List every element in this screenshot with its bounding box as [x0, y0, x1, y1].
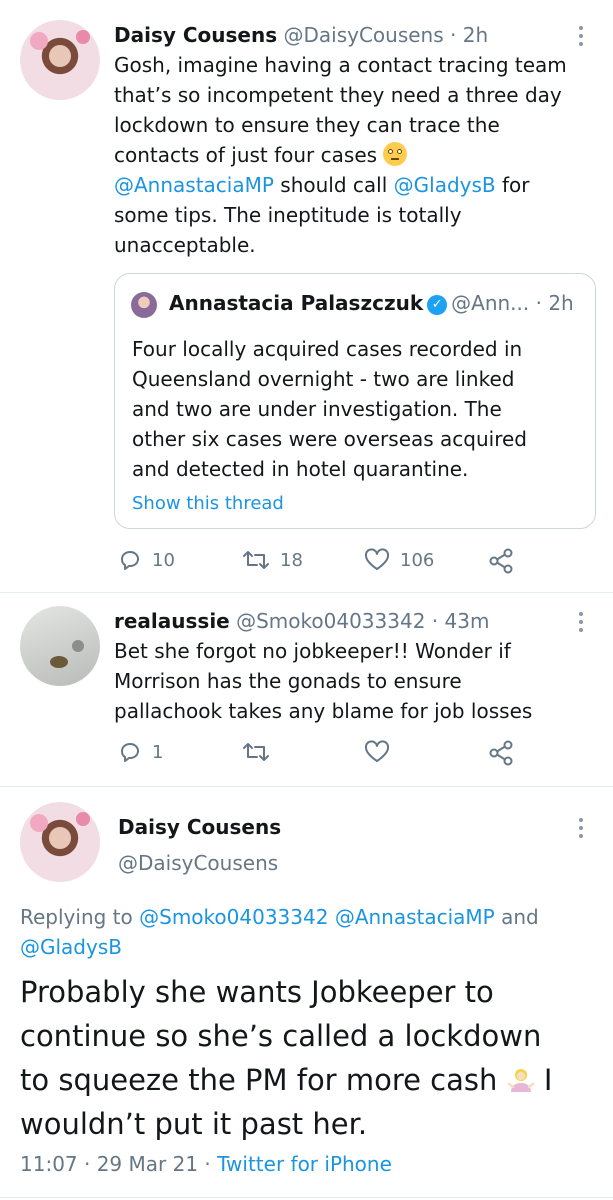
quoted-line: Four locally acquired cases recorded in: [132, 337, 523, 361]
tweet1-line: that’s so incompetent they need a three …: [114, 83, 562, 107]
share-icon: [489, 548, 513, 574]
tweet1-line: lockdown to ensure they can trace the: [114, 113, 500, 137]
tweet2-handle[interactable]: @Smoko04033342 · 43m: [236, 609, 489, 633]
reply-count: 1: [152, 741, 164, 763]
quoted-author-name: Annastacia Palaszczuk: [169, 291, 424, 315]
tweet1-mid-text: for: [495, 173, 530, 197]
avatar-daisy-2[interactable]: [20, 802, 100, 882]
eye-roll-emoji-icon: [383, 142, 408, 166]
tweet1-time[interactable]: · 2h: [450, 23, 488, 47]
tweet3-line: wouldn’t put it past her.: [20, 1107, 368, 1141]
show-this-thread-link[interactable]: Show this thread: [132, 492, 284, 516]
tweet1-header: Daisy Cousens @DaisyCousens · 2h: [114, 20, 488, 50]
avatar-annastacia: [131, 292, 157, 318]
quoted-line: and detected in hotel quarantine.: [132, 457, 469, 481]
quoted-handle: @Ann...: [451, 291, 530, 315]
more-icon[interactable]: [576, 818, 586, 838]
quoted-tweet-text: Four locally acquired cases recorded in …: [132, 334, 592, 484]
tweet3-source-link[interactable]: Twitter for iPhone: [217, 1152, 392, 1176]
avatar-blossom-icon: [76, 812, 90, 826]
tweet3-meta: 11:07 · 29 Mar 21 · Twitter for iPhone: [20, 1150, 392, 1178]
avatar-blossom-icon: [30, 32, 48, 50]
tweet3-line: continue so she’s called a lockdown: [20, 1019, 542, 1053]
tweet1-author-name[interactable]: Daisy Cousens: [114, 23, 277, 47]
quoted-tweet-card[interactable]: Annastacia Palaszczuk ✓ @Ann... · 2h Four …: [114, 273, 596, 529]
tweet1-line: Gosh, imagine having a contact tracing t…: [114, 53, 567, 77]
tweet1-mid-text: should call: [273, 173, 394, 197]
tweet3-timestamp[interactable]: 11:07 · 29 Mar 21 ·: [20, 1152, 217, 1176]
retweet-button[interactable]: [242, 740, 270, 764]
tweet1-text: Gosh, imagine having a contact tracing t…: [114, 50, 604, 260]
avatar-realaussie[interactable]: [20, 606, 100, 686]
tweet2-line: pallachook takes any blame for job losse…: [114, 699, 533, 723]
reply-icon: [121, 743, 139, 762]
divider: [0, 1197, 613, 1198]
tweet2-line: Bet she forgot no jobkeeper!! Wonder if: [114, 639, 511, 663]
tweet3-line: Probably she wants Jobkeeper to: [20, 975, 494, 1009]
tweet1-line: unacceptable.: [114, 233, 256, 257]
avatar-blossom-icon: [76, 30, 90, 44]
like-icon: [364, 548, 390, 570]
replying-prefix: Replying to: [20, 905, 140, 929]
tweet1-line-with-emoji: contacts of just four cases: [114, 140, 604, 170]
reply-count: 10: [152, 549, 175, 571]
mention-annastaciamp[interactable]: @AnnastaciaMP: [335, 905, 495, 929]
avatar-object-icon: [50, 656, 68, 668]
retweet-icon: [243, 743, 269, 761]
tweet1-mention-line: @AnnastaciaMP should call @GladysB for: [114, 170, 604, 200]
avatar-blossom-icon: [30, 814, 48, 832]
reply-button[interactable]: 10: [118, 548, 175, 572]
like-button[interactable]: 106: [364, 548, 434, 572]
tweet2-author-name[interactable]: realaussie: [114, 609, 230, 633]
verified-icon: ✓: [427, 295, 448, 315]
replying-to: Replying to @Smoko04033342 @AnnastaciaMP…: [20, 902, 610, 962]
tweet2-line: Morrison has the gonads to ensure: [114, 669, 462, 693]
like-button[interactable]: [364, 740, 390, 764]
tweet1-line: contacts of just four cases: [114, 143, 378, 167]
tweet3-line: to squeeze the PM for more cash: [20, 1063, 498, 1097]
mention-smoko[interactable]: @Smoko04033342: [139, 905, 328, 929]
divider: [0, 786, 613, 787]
tweet2-text: Bet she forgot no jobkeeper!! Wonder if …: [114, 636, 604, 726]
replying-and: and: [494, 905, 539, 929]
like-count: 106: [400, 549, 435, 571]
person-shrugging-emoji-icon: [507, 1069, 534, 1092]
tweet3-line-tail: I: [543, 1063, 553, 1097]
tweet2-header: realaussie @Smoko04033342 · 43m: [114, 606, 489, 636]
reply-icon: [121, 551, 139, 570]
more-icon[interactable]: [576, 26, 586, 46]
share-icon: [489, 740, 513, 766]
retweet-count: 18: [280, 549, 303, 571]
like-icon: [364, 740, 390, 762]
divider: [0, 592, 613, 593]
tweet3-author-name[interactable]: Daisy Cousens: [118, 812, 281, 842]
mention-gladysb[interactable]: @GladysB: [20, 935, 122, 959]
quoted-time: · 2h: [535, 291, 574, 315]
tweet3-handle[interactable]: @DaisyCousens: [118, 848, 278, 878]
more-icon[interactable]: [576, 612, 586, 632]
retweet-button[interactable]: 18: [242, 548, 303, 572]
avatar-object-icon: [72, 640, 84, 652]
avatar-daisy-1[interactable]: [20, 20, 100, 100]
tweet1-line: some tips. The ineptitude is totally: [114, 203, 462, 227]
mention-gladysb[interactable]: @GladysB: [394, 173, 496, 197]
retweet-icon: [243, 551, 269, 569]
quoted-line: other six cases were overseas acquired: [132, 427, 527, 451]
tweet3-text: Probably she wants Jobkeeper to continue…: [20, 970, 610, 1146]
tweet1-handle[interactable]: @DaisyCousens: [283, 23, 443, 47]
quoted-line: and two are under investigation. The: [132, 397, 502, 421]
reply-button[interactable]: 1: [118, 740, 163, 764]
quoted-line: Queensland overnight - two are linked: [132, 367, 515, 391]
mention-annastaciamp[interactable]: @AnnastaciaMP: [114, 173, 274, 197]
share-button[interactable]: [488, 548, 514, 574]
quoted-tweet-header: Annastacia Palaszczuk ✓ @Ann... · 2h: [169, 288, 574, 318]
share-button[interactable]: [488, 740, 514, 766]
tweet3-line-with-emoji: to squeeze the PM for more cash I: [20, 1058, 610, 1102]
